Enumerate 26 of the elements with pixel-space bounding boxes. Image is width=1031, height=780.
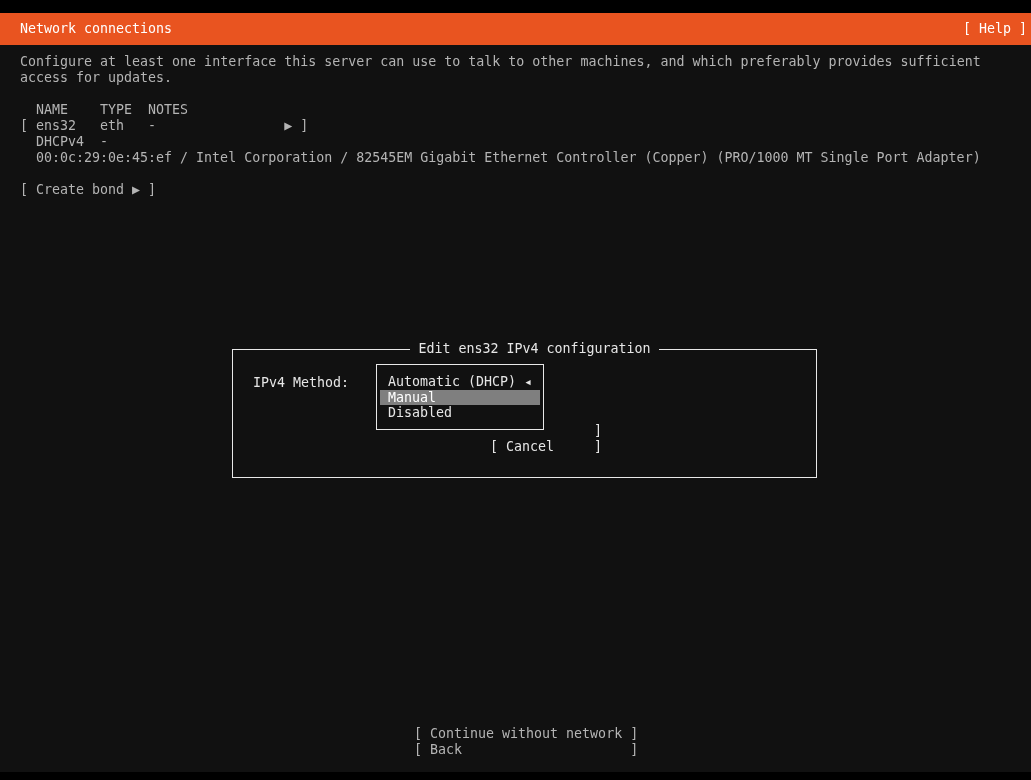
back-button[interactable]: [ Back ] xyxy=(414,742,1031,758)
current-marker: ◂ xyxy=(524,374,533,390)
continue-button[interactable]: [ Continue without network ] xyxy=(414,726,1031,742)
column-header: NOTES xyxy=(148,102,190,118)
create-bond-button[interactable]: [ Create bond ▶ ] xyxy=(20,182,157,198)
hardware-info: 00:0c:29:0e:45:ef / Intel Corporation / 82545EM Gigabit Ethernet Controller (Copper) (PRO/1000 MT Single Port Adapter) xyxy=(36,150,981,166)
cancel-button[interactable]: [ Cancel ] xyxy=(490,439,603,455)
screen-title: Network connections xyxy=(20,21,173,37)
description-text: Configure at least one interface this server can use to talk to other machines, and which preferably provides sufficient access for updates. xyxy=(20,54,982,86)
dialog-title: Edit ens32 IPv4 configuration xyxy=(410,341,659,357)
table-cell-text: - xyxy=(148,118,158,134)
menu-item[interactable]: Manual xyxy=(380,390,540,405)
help-button[interactable]: [ Help ] xyxy=(962,21,1027,37)
menu-item[interactable]: Disabled xyxy=(380,405,540,421)
table-cell-text: ens32 xyxy=(36,118,78,134)
row-bracket: [ xyxy=(20,118,29,134)
table-cell-text: DHCPv4 xyxy=(36,134,86,150)
row-bracket: ] xyxy=(300,118,309,134)
column-header: TYPE xyxy=(100,102,134,118)
submenu-arrow[interactable]: ▶ xyxy=(284,118,301,134)
column-header: NAME xyxy=(36,102,70,118)
menu-item[interactable]: Automatic (DHCP) ◂ xyxy=(380,374,540,390)
save-button[interactable]: ] xyxy=(490,423,603,439)
field-label: IPv4 Method: xyxy=(253,375,350,391)
table-cell-text: eth xyxy=(100,118,126,134)
table-cell-text: - xyxy=(100,134,110,150)
